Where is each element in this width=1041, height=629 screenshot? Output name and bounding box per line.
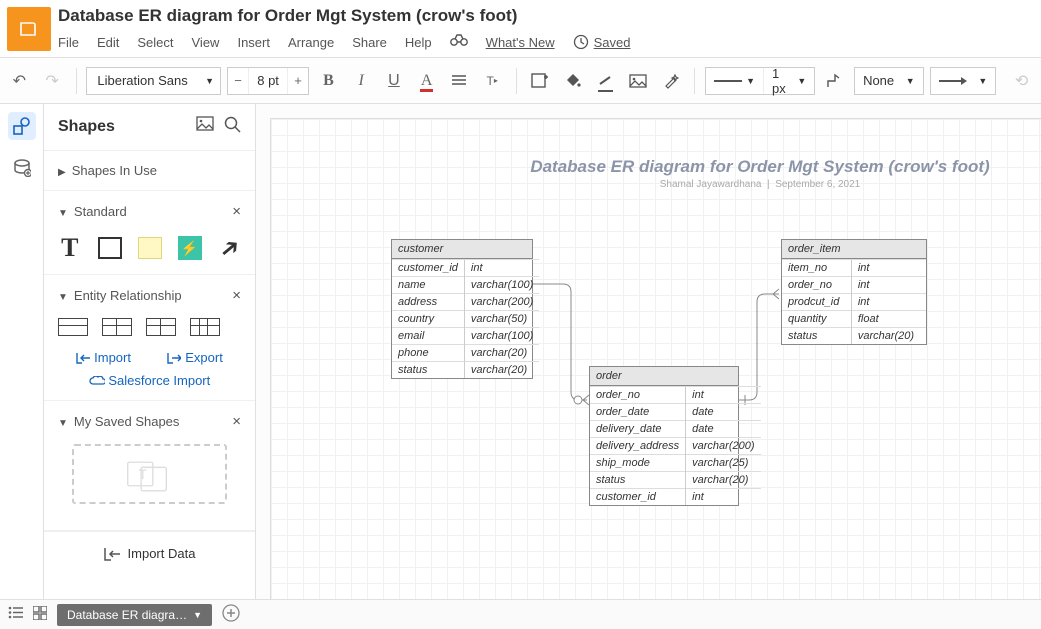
text-options-button[interactable]: T▸ — [479, 66, 506, 96]
arrow-end-select[interactable]: ▼ — [930, 67, 997, 95]
close-icon[interactable]: × — [232, 287, 241, 304]
canvas-viewport[interactable]: Database ER diagram for Order Mgt System… — [256, 104, 1041, 599]
relationship-lines — [271, 119, 1041, 599]
data-panel-button[interactable] — [8, 154, 36, 182]
chevron-down-icon[interactable]: ▼ — [193, 610, 202, 620]
svg-text:T: T — [139, 467, 147, 482]
section-entity-relationship[interactable]: ▼Entity Relationship× — [58, 287, 241, 304]
size-increase-button[interactable]: + — [288, 73, 308, 88]
font-select[interactable]: Liberation Sans▼ — [86, 67, 221, 95]
import-shapes-button[interactable]: Import — [76, 350, 131, 365]
underline-button[interactable]: U — [381, 66, 408, 96]
er-entity-2[interactable] — [102, 318, 132, 336]
arrow-start-select[interactable]: None ▼ — [854, 67, 924, 95]
left-tool-rail — [0, 104, 44, 599]
app-logo[interactable] — [7, 7, 51, 51]
align-button[interactable] — [446, 66, 473, 96]
list-view-icon[interactable] — [8, 606, 23, 623]
search-icon[interactable] — [224, 116, 241, 138]
menu-bar: File Edit Select View Insert Arrange Sha… — [58, 33, 1041, 51]
saved-status[interactable]: Saved — [573, 34, 631, 50]
menu-share[interactable]: Share — [352, 35, 387, 50]
magic-button[interactable] — [657, 66, 684, 96]
entity-customer[interactable]: customer customer_idint namevarchar(100)… — [391, 239, 533, 379]
section-standard[interactable]: ▼Standard× — [58, 203, 241, 220]
size-value[interactable]: 8 pt — [248, 68, 288, 94]
entity-order[interactable]: order order_noint order_datedate deliver… — [589, 366, 739, 506]
saved-shapes-dropzone[interactable]: T — [72, 444, 227, 504]
saved-label: Saved — [594, 35, 631, 50]
page-tab-bar: Database ER diagra… ▼ — [0, 599, 1041, 629]
page-tab[interactable]: Database ER diagra… ▼ — [57, 604, 212, 626]
shapes-panel-button[interactable] — [8, 112, 36, 140]
text-shape[interactable]: T — [58, 234, 82, 262]
image-icon[interactable] — [196, 116, 214, 138]
line-width-value: 1 px — [772, 66, 786, 96]
bold-button[interactable]: B — [315, 66, 342, 96]
close-icon[interactable]: × — [232, 203, 241, 220]
rectangle-shape[interactable] — [98, 234, 122, 262]
shapes-sidebar: Shapes ▶Shapes In Use ▼Standard× T ⚡ ➔ ▼… — [44, 104, 256, 599]
formatting-toolbar: ↶ ↷ Liberation Sans▼ − 8 pt + B I U A T▸… — [0, 58, 1041, 104]
action-shape[interactable]: ⚡ — [178, 234, 202, 262]
arrow-shape[interactable]: ➔ — [211, 230, 247, 267]
menu-view[interactable]: View — [192, 35, 220, 50]
undo-button[interactable]: ↶ — [6, 66, 33, 96]
er-entity-1[interactable] — [58, 318, 88, 336]
shape-add-button[interactable] — [526, 66, 553, 96]
document-title[interactable]: Database ER diagram for Order Mgt System… — [58, 6, 1041, 26]
sidebar-title: Shapes — [58, 118, 115, 136]
italic-button[interactable]: I — [348, 66, 375, 96]
arrow-start-value: None — [863, 73, 894, 88]
clock-icon — [573, 34, 589, 50]
entity-header[interactable]: order_item — [782, 240, 926, 259]
sync-button[interactable]: ⟲ — [1008, 66, 1035, 96]
export-shapes-button[interactable]: Export — [167, 350, 223, 365]
note-shape[interactable] — [138, 234, 162, 262]
menu-insert[interactable]: Insert — [237, 35, 270, 50]
er-entity-4[interactable] — [190, 318, 220, 336]
font-size-stepper[interactable]: − 8 pt + — [227, 67, 309, 95]
er-entity-3[interactable] — [146, 318, 176, 336]
menu-arrange[interactable]: Arrange — [288, 35, 334, 50]
menu-file[interactable]: File — [58, 35, 79, 50]
whats-new-link[interactable]: What's New — [486, 35, 555, 50]
line-path-button[interactable] — [821, 66, 848, 96]
section-my-saved-shapes[interactable]: ▼My Saved Shapes× — [58, 413, 241, 430]
page-tab-label: Database ER diagra… — [67, 608, 187, 622]
diagram-subtitle[interactable]: Shamal Jayawardhana | September 6, 2021 — [271, 179, 1041, 190]
entity-header[interactable]: order — [590, 367, 738, 386]
line-style-select[interactable]: ▼ 1 px ▼ — [705, 67, 815, 95]
redo-button[interactable]: ↷ — [39, 66, 66, 96]
close-icon[interactable]: × — [232, 413, 241, 430]
size-decrease-button[interactable]: − — [228, 73, 248, 88]
binoculars-icon[interactable] — [450, 33, 468, 51]
text-color-button[interactable]: A — [413, 66, 440, 96]
salesforce-import-button[interactable]: Salesforce Import — [58, 373, 241, 388]
section-shapes-in-use[interactable]: ▶Shapes In Use — [58, 163, 241, 178]
entity-header[interactable]: customer — [392, 240, 532, 259]
image-button[interactable] — [625, 66, 652, 96]
menu-select[interactable]: Select — [137, 35, 173, 50]
fill-color-button[interactable] — [559, 66, 586, 96]
menu-help[interactable]: Help — [405, 35, 432, 50]
diagram-title[interactable]: Database ER diagram for Order Mgt System… — [271, 157, 1041, 177]
canvas[interactable]: Database ER diagram for Order Mgt System… — [270, 118, 1041, 599]
menu-edit[interactable]: Edit — [97, 35, 119, 50]
entity-order-item[interactable]: order_item item_noint order_noint prodcu… — [781, 239, 927, 345]
add-page-button[interactable] — [222, 604, 240, 626]
border-color-button[interactable] — [592, 66, 619, 96]
import-data-button[interactable]: Import Data — [44, 531, 255, 575]
grid-view-icon[interactable] — [33, 606, 47, 624]
font-value: Liberation Sans — [97, 73, 187, 88]
